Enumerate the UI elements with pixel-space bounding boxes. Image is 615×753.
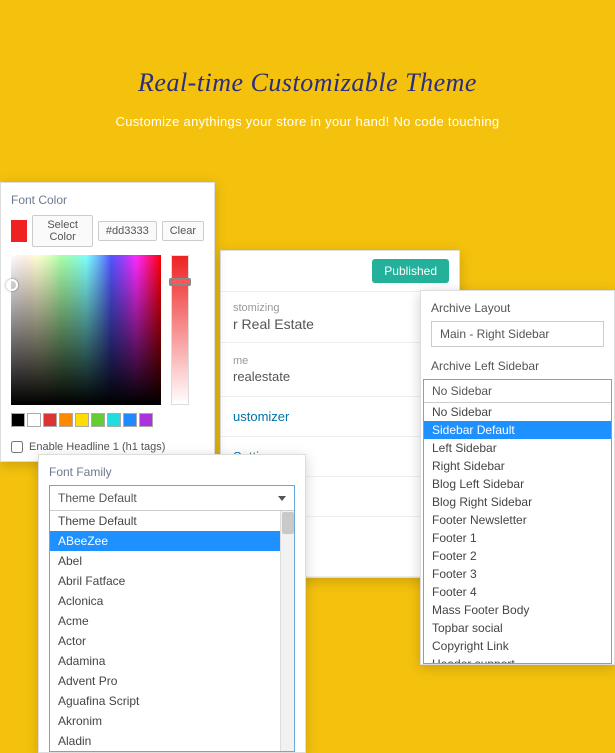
archive-option[interactable]: Header support — [424, 655, 611, 663]
preset-swatch[interactable] — [75, 413, 89, 427]
preset-swatch[interactable] — [123, 413, 137, 427]
font-option[interactable]: Adamina — [50, 651, 294, 671]
preset-swatch[interactable] — [139, 413, 153, 427]
hue-slider[interactable] — [171, 255, 189, 405]
theme-value: realestate — [233, 369, 447, 384]
preset-swatch[interactable] — [11, 413, 25, 427]
archive-option[interactable]: Footer Newsletter — [424, 511, 611, 529]
hex-value[interactable]: #dd3333 — [98, 221, 157, 241]
archive-option[interactable]: Sidebar Default — [424, 421, 611, 439]
font-option[interactable]: Aguafina Script — [50, 691, 294, 711]
enable-h1-label: Enable Headline 1 (h1 tags) — [29, 441, 165, 453]
font-color-panel: Font Color Select Color #dd3333 Clear En… — [0, 182, 215, 462]
scrollbar[interactable] — [280, 511, 294, 751]
hero-section: Real-time Customizable Theme Customize a… — [0, 0, 615, 129]
font-family-panel: Font Family Theme Default Theme DefaultA… — [38, 454, 306, 753]
archive-option[interactable]: Copyright Link — [424, 637, 611, 655]
preset-swatch[interactable] — [43, 413, 57, 427]
archive-option[interactable]: Mass Footer Body — [424, 601, 611, 619]
preset-swatch[interactable] — [91, 413, 105, 427]
customizer-title: r Real Estate — [233, 316, 447, 332]
archive-option[interactable]: Footer 2 — [424, 547, 611, 565]
font-option[interactable]: Theme Default — [50, 511, 294, 531]
archive-option[interactable]: No Sidebar — [424, 403, 611, 421]
font-option[interactable]: Actor — [50, 631, 294, 651]
font-option[interactable]: Akronim — [50, 711, 294, 731]
preset-swatch[interactable] — [59, 413, 73, 427]
font-option[interactable]: Advent Pro — [50, 671, 294, 691]
font-option[interactable]: Aclonica — [50, 591, 294, 611]
preset-swatch[interactable] — [107, 413, 121, 427]
font-color-label: Font Color — [11, 193, 204, 207]
hue-cursor[interactable] — [169, 278, 191, 286]
scrollbar-thumb[interactable] — [282, 512, 294, 534]
publish-row: Published — [221, 251, 459, 292]
archive-option[interactable]: Footer 3 — [424, 565, 611, 583]
enable-h1-checkbox[interactable] — [11, 441, 23, 453]
hero-subtitle: Customize anythings your store in your h… — [0, 114, 615, 129]
archive-panel: Archive Layout Main - Right Sidebar Arch… — [420, 290, 615, 665]
preset-swatch[interactable] — [27, 413, 41, 427]
font-family-current-text: Theme Default — [58, 491, 137, 505]
customizing-label: stomizing — [233, 302, 447, 314]
archive-option[interactable]: Blog Right Sidebar — [424, 493, 611, 511]
hero-title: Real-time Customizable Theme — [0, 68, 615, 98]
archive-option[interactable]: Blog Left Sidebar — [424, 475, 611, 493]
font-option[interactable]: Abel — [50, 551, 294, 571]
current-color-swatch[interactable] — [11, 220, 27, 242]
font-family-current[interactable]: Theme Default — [50, 486, 294, 511]
clear-color-button[interactable]: Clear — [162, 221, 204, 241]
spectrum-cursor[interactable] — [6, 279, 18, 291]
font-family-options: Theme DefaultABeeZeeAbelAbril FatfaceAcl… — [50, 511, 294, 751]
font-family-dropdown[interactable]: Theme Default Theme DefaultABeeZeeAbelAb… — [49, 485, 295, 752]
archive-layout-label: Archive Layout — [421, 301, 614, 321]
theme-label: me — [233, 355, 447, 367]
archive-sidebar-options: No SidebarSidebar DefaultLeft SidebarRig… — [424, 403, 611, 663]
select-color-button[interactable]: Select Color — [32, 215, 93, 247]
font-option[interactable]: ABeeZee — [50, 531, 294, 551]
font-option[interactable]: Abril Fatface — [50, 571, 294, 591]
archive-option[interactable]: Right Sidebar — [424, 457, 611, 475]
archive-option[interactable]: Left Sidebar — [424, 439, 611, 457]
archive-option[interactable]: Footer 1 — [424, 529, 611, 547]
chevron-down-icon — [278, 496, 286, 501]
archive-sidebar-current[interactable]: No Sidebar — [424, 380, 611, 403]
font-option[interactable]: Acme — [50, 611, 294, 631]
color-spectrum[interactable] — [11, 255, 161, 405]
archive-option[interactable]: Topbar social — [424, 619, 611, 637]
font-option[interactable]: Aladin — [50, 731, 294, 751]
enable-h1-checkbox-row[interactable]: Enable Headline 1 (h1 tags) — [11, 441, 204, 453]
archive-layout-select[interactable]: Main - Right Sidebar — [431, 321, 604, 347]
publish-button[interactable]: Published — [372, 259, 449, 283]
archive-sidebar-dropdown[interactable]: No Sidebar No SidebarSidebar DefaultLeft… — [423, 379, 612, 664]
font-family-label: Font Family — [49, 465, 295, 479]
archive-option[interactable]: Footer 4 — [424, 583, 611, 601]
preset-swatches — [11, 413, 204, 427]
archive-left-sidebar-label: Archive Left Sidebar — [421, 359, 614, 379]
